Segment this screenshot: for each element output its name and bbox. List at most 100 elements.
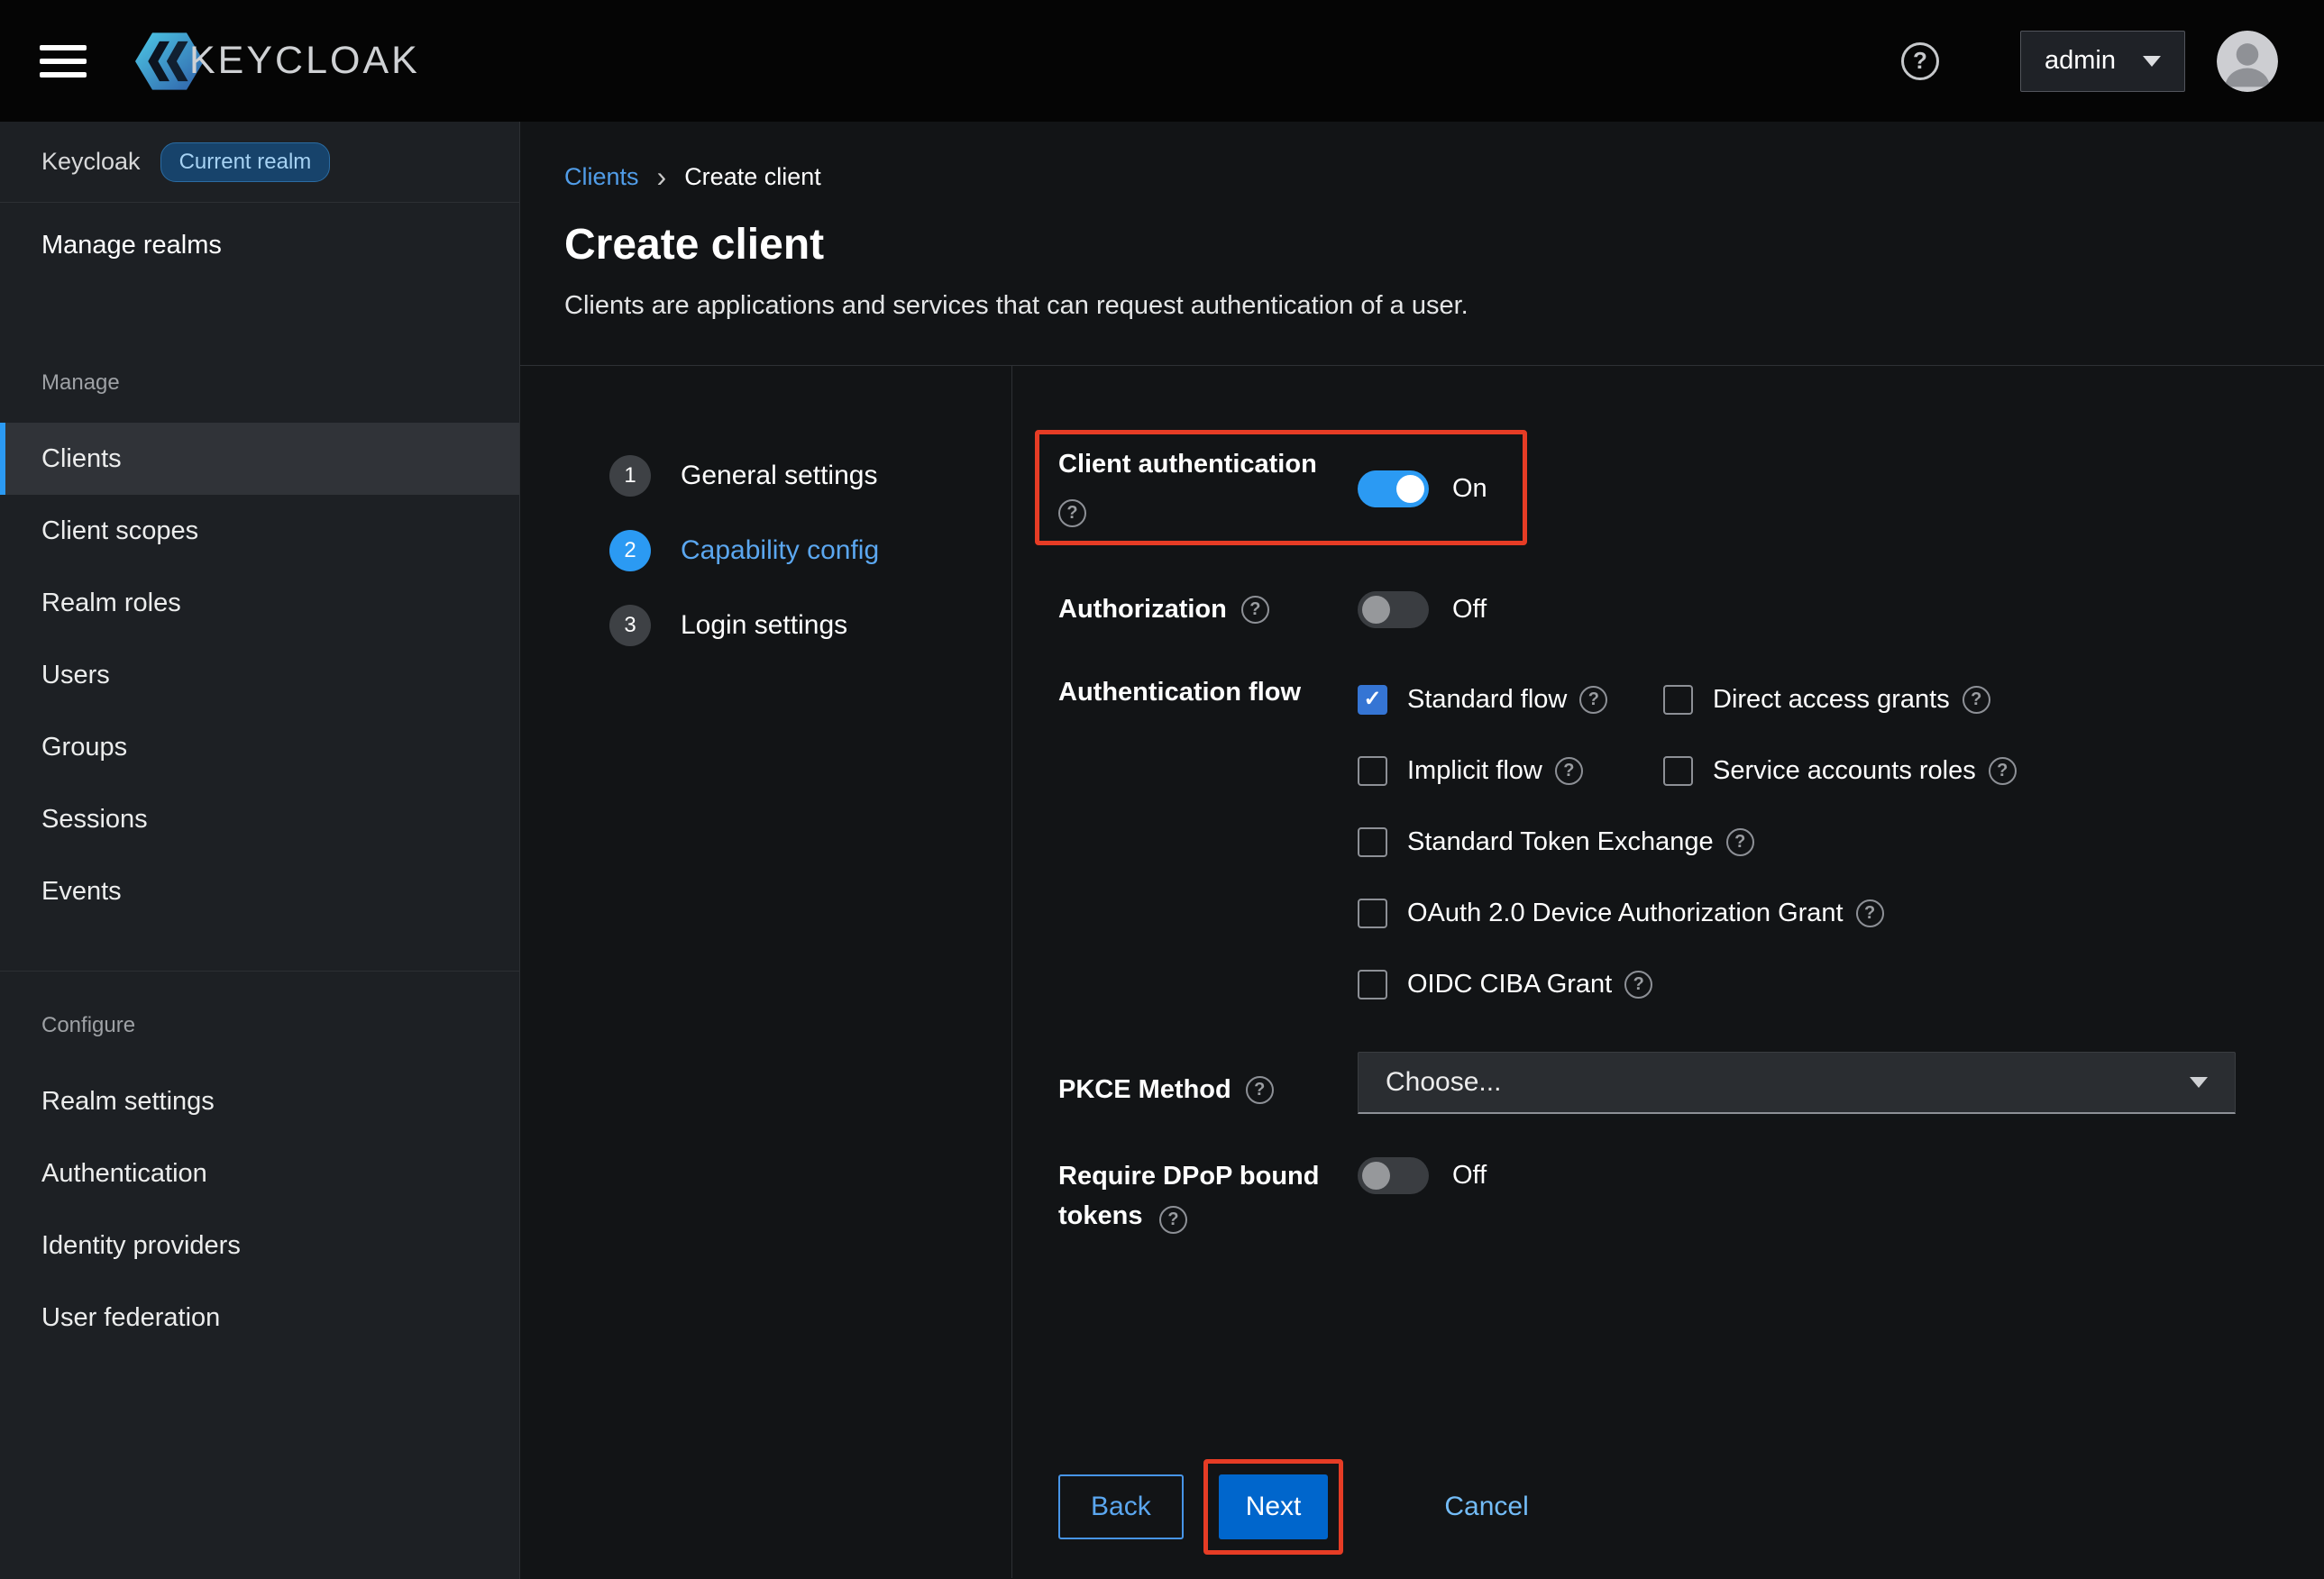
sidebar-item-realm-settings[interactable]: Realm settings <box>0 1065 519 1137</box>
pkce-method-label: PKCE Method <box>1058 1075 1231 1105</box>
require-dpop-label: Require DPoP bound tokens <box>1058 1162 1319 1230</box>
capability-config-form: Client authentication ? On Authorization… <box>1012 366 2324 1578</box>
step-number-badge: 3 <box>609 605 651 646</box>
user-menu-dropdown[interactable]: admin <box>2020 31 2185 92</box>
standard-flow-checkbox[interactable]: ✓ <box>1358 685 1387 715</box>
brand-name: KEYCLOAK <box>189 39 420 83</box>
standard-token-exchange-checkbox[interactable] <box>1358 827 1387 857</box>
client-authentication-toggle[interactable] <box>1358 470 1429 507</box>
authentication-flow-row: Authentication flow ✓ Standard flow ? Im… <box>1058 678 2017 1006</box>
pkce-method-value: Choose... <box>1386 1067 1501 1098</box>
wizard-step-login-settings[interactable]: 3 Login settings <box>609 605 1011 646</box>
hamburger-menu-icon[interactable] <box>40 37 87 86</box>
manage-nav-list: Clients Client scopes Realm roles Users … <box>0 423 519 927</box>
wizard-steps-nav: 1 General settings 2 Capability config 3… <box>520 366 1012 1578</box>
step-label: General settings <box>681 461 877 491</box>
help-icon[interactable]: ? <box>1555 757 1583 785</box>
sidebar-item-events[interactable]: Events <box>0 855 519 927</box>
sidebar-item-manage-realms[interactable]: Manage realms <box>0 203 519 288</box>
help-icon[interactable]: ? <box>1579 686 1607 714</box>
sidebar-item-user-federation[interactable]: User federation <box>0 1282 519 1354</box>
authorization-toggle[interactable] <box>1358 591 1429 628</box>
page-header: Clients › Create client Create client Cl… <box>520 122 2324 366</box>
sidebar-item-client-scopes[interactable]: Client scopes <box>0 495 519 567</box>
page-subtitle: Clients are applications and services th… <box>564 291 2324 321</box>
help-icon[interactable]: ? <box>1241 596 1269 624</box>
require-dpop-toggle[interactable] <box>1358 1157 1429 1194</box>
sidebar-item-users[interactable]: Users <box>0 639 519 711</box>
masthead: KEYCLOAK ? admin <box>0 0 2324 122</box>
step-label: Login settings <box>681 610 847 641</box>
help-icon[interactable]: ? <box>1726 828 1754 856</box>
wizard-step-capability-config[interactable]: 2 Capability config <box>609 530 1011 571</box>
direct-access-grants-checkbox[interactable] <box>1663 685 1693 715</box>
client-authentication-state: On <box>1452 474 1487 504</box>
wizard-footer-actions: Back Next Cancel <box>1058 1464 1529 1550</box>
help-icon[interactable]: ? <box>1246 1076 1274 1104</box>
current-realm-badge[interactable]: Current realm <box>160 142 331 182</box>
breadcrumb-separator-icon: › <box>657 165 667 189</box>
client-authentication-row-annotation: Client authentication ? On <box>1035 430 1527 545</box>
oidc-ciba-grant-option[interactable]: OIDC CIBA Grant ? <box>1358 963 1663 1006</box>
avatar[interactable] <box>2217 31 2278 92</box>
implicit-flow-checkbox[interactable] <box>1358 756 1387 786</box>
sidebar-item-groups[interactable]: Groups <box>0 711 519 783</box>
service-accounts-roles-option[interactable]: Service accounts roles ? <box>1663 749 2017 792</box>
check-icon: ✓ <box>1363 689 1381 710</box>
oauth-device-authorization-grant-option[interactable]: OAuth 2.0 Device Authorization Grant ? <box>1358 891 1663 935</box>
wizard-content: 1 General settings 2 Capability config 3… <box>520 366 2324 1578</box>
help-icon[interactable]: ? <box>1058 499 1086 527</box>
wizard-step-general-settings[interactable]: 1 General settings <box>609 455 1011 497</box>
help-icon[interactable]: ? <box>1856 899 1884 927</box>
nav-group-configure-label: Configure <box>0 1013 519 1038</box>
nav-group-manage-label: Manage <box>0 370 519 396</box>
next-button[interactable]: Next <box>1219 1474 1329 1539</box>
back-button[interactable]: Back <box>1058 1474 1184 1539</box>
nav-group-configure: Configure Realm settings Authentication … <box>0 971 519 1354</box>
cancel-button[interactable]: Cancel <box>1444 1492 1528 1522</box>
help-icon[interactable]: ? <box>1159 1206 1187 1234</box>
pkce-method-row: PKCE Method ? Choose... <box>1058 1052 2236 1114</box>
sidebar-item-authentication[interactable]: Authentication <box>0 1137 519 1209</box>
breadcrumb-clients-link[interactable]: Clients <box>564 163 639 191</box>
help-icon[interactable]: ? <box>1963 686 1990 714</box>
standard-token-exchange-option[interactable]: Standard Token Exchange ? <box>1358 820 1663 863</box>
pkce-method-select[interactable]: Choose... <box>1358 1052 2236 1114</box>
configure-nav-list: Realm settings Authentication Identity p… <box>0 1065 519 1354</box>
sidebar-item-sessions[interactable]: Sessions <box>0 783 519 855</box>
sidebar-item-clients[interactable]: Clients <box>0 423 519 495</box>
help-icon[interactable]: ? <box>1624 971 1652 999</box>
sidebar-item-identity-providers[interactable]: Identity providers <box>0 1209 519 1282</box>
oidc-ciba-grant-checkbox[interactable] <box>1358 970 1387 999</box>
authorization-row: Authorization ? Off <box>1058 588 1487 631</box>
standard-flow-option[interactable]: ✓ Standard flow ? <box>1358 678 1663 721</box>
sidebar-nav: Keycloak Current realm Manage realms Man… <box>0 122 520 1579</box>
direct-access-grants-option[interactable]: Direct access grants ? <box>1663 678 2017 721</box>
breadcrumb: Clients › Create client <box>564 163 2324 191</box>
sidebar-item-realm-roles[interactable]: Realm roles <box>0 567 519 639</box>
help-icon[interactable]: ? <box>1901 42 1939 80</box>
chevron-down-icon <box>2190 1077 2208 1088</box>
step-number-badge: 2 <box>609 530 651 571</box>
keycloak-logo[interactable]: KEYCLOAK <box>135 32 420 90</box>
authorization-state: Off <box>1452 595 1487 625</box>
authentication-flow-options: ✓ Standard flow ? Implicit flow ? Standa… <box>1358 678 2017 1006</box>
main-content: Clients › Create client Create client Cl… <box>520 122 2324 1579</box>
service-accounts-roles-checkbox[interactable] <box>1663 756 1693 786</box>
step-number-badge: 1 <box>609 455 651 497</box>
help-icon[interactable]: ? <box>1989 757 2017 785</box>
next-button-annotation: Next <box>1203 1459 1344 1555</box>
realm-name: Keycloak <box>41 148 141 176</box>
authorization-label: Authorization <box>1058 595 1227 625</box>
step-label: Capability config <box>681 535 879 566</box>
oauth-device-authorization-grant-checkbox[interactable] <box>1358 899 1387 928</box>
require-dpop-row: Require DPoP bound tokens ? Off <box>1058 1157 1487 1236</box>
page-title: Create client <box>564 220 2324 269</box>
user-menu-label: admin <box>2045 46 2116 76</box>
require-dpop-state: Off <box>1452 1161 1487 1191</box>
implicit-flow-option[interactable]: Implicit flow ? <box>1358 749 1663 792</box>
breadcrumb-current: Create client <box>684 163 821 191</box>
client-authentication-label: Client authentication <box>1058 450 1358 479</box>
realm-selector-row[interactable]: Keycloak Current realm <box>0 122 519 203</box>
user-avatar-icon <box>2217 31 2278 92</box>
